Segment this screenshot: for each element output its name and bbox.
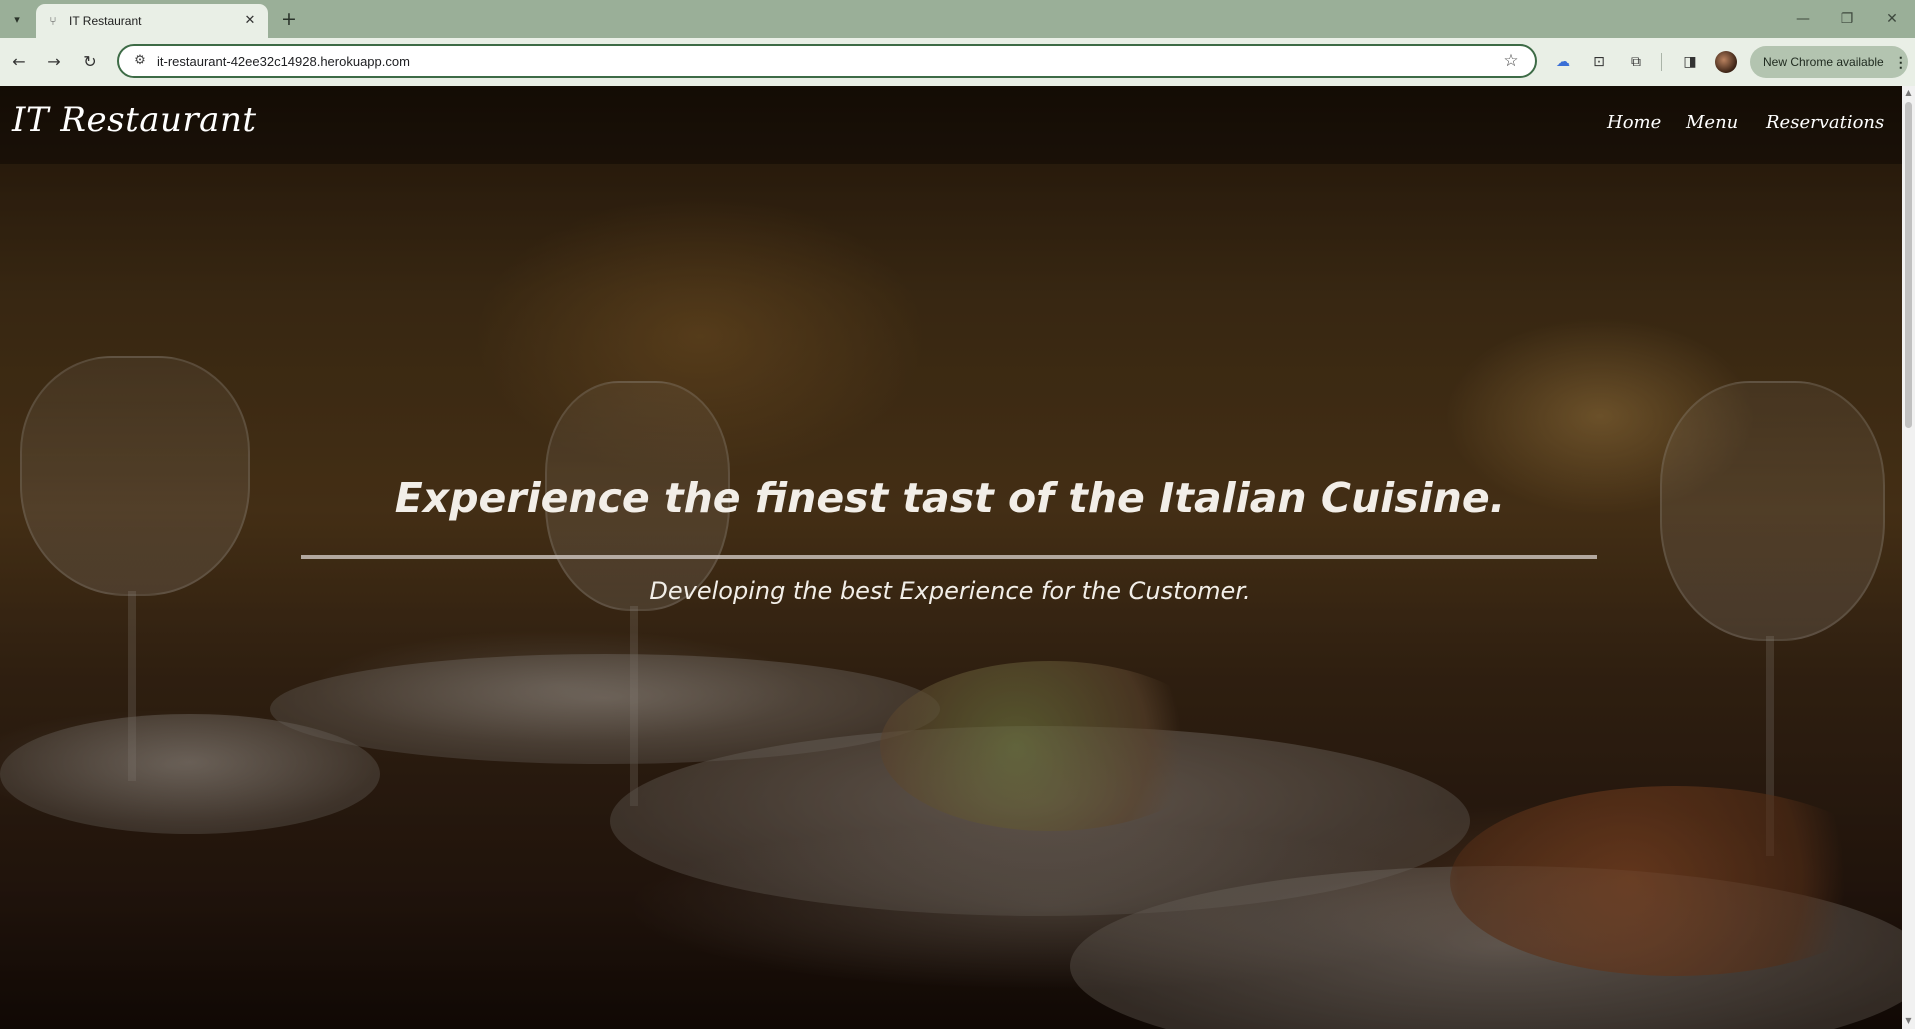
address-bar[interactable]: ⚙ it-restaurant-42ee32c14928.herokuapp.c… <box>117 44 1537 78</box>
page-scrollbar[interactable]: ▲ ▼ <box>1902 86 1915 1029</box>
tab-title: IT Restaurant <box>69 14 142 28</box>
tab-close-icon[interactable]: ✕ <box>242 13 258 29</box>
restore-window-icon[interactable]: ❐ <box>1827 6 1867 32</box>
nav-link-reservations[interactable]: Reservations <box>1766 112 1884 133</box>
scroll-up-arrow-icon[interactable]: ▲ <box>1904 88 1913 98</box>
extension-cloud-icon[interactable]: ☁ <box>1552 51 1574 73</box>
scrollbar-thumb[interactable] <box>1905 102 1912 428</box>
tab-search-chevron-icon[interactable]: ▾ <box>6 8 28 30</box>
reload-icon[interactable]: ↻ <box>79 51 101 73</box>
browser-toolbar: ← → ↻ ⚙ it-restaurant-42ee32c14928.herok… <box>0 38 1915 86</box>
page-viewport: IT Restaurant Home Menu Reservations Exp… <box>0 86 1902 1029</box>
back-arrow-icon[interactable]: ← <box>8 51 30 73</box>
hero-title: Experience the finest tast of the Italia… <box>394 474 1506 522</box>
side-panel-icon[interactable]: ◨ <box>1679 51 1701 73</box>
address-url[interactable]: it-restaurant-42ee32c14928.herokuapp.com <box>157 54 1501 69</box>
site-navbar: IT Restaurant Home Menu Reservations <box>0 86 1902 164</box>
nav-link-home[interactable]: Home <box>1607 112 1661 133</box>
close-window-icon[interactable]: ✕ <box>1872 6 1912 32</box>
minimize-window-icon[interactable]: — <box>1783 6 1823 32</box>
site-brand-logo[interactable]: IT Restaurant <box>12 100 257 140</box>
restaurant-favicon-icon: ⑂ <box>49 14 57 28</box>
toolbar-divider <box>1661 53 1662 71</box>
update-label: New Chrome available <box>1763 55 1884 69</box>
extensions-puzzle-icon[interactable]: ⧉ <box>1625 51 1647 73</box>
site-info-icon[interactable]: ⚙ <box>131 52 149 70</box>
screenshot-capture-icon[interactable]: ⊡ <box>1588 51 1610 73</box>
scroll-down-arrow-icon[interactable]: ▼ <box>1904 1016 1913 1026</box>
more-menu-icon[interactable]: ⋮ <box>1894 54 1908 71</box>
new-chrome-available-button[interactable]: New Chrome available ⋮ <box>1750 46 1908 78</box>
nav-link-menu[interactable]: Menu <box>1686 112 1738 133</box>
forward-arrow-icon[interactable]: → <box>43 51 65 73</box>
bookmark-star-icon[interactable]: ☆ <box>1501 51 1521 71</box>
profile-avatar[interactable] <box>1715 51 1737 73</box>
browser-tab-strip: ▾ ⑂ IT Restaurant ✕ + — ❐ ✕ <box>0 0 1915 38</box>
hero-subtitle: Developing the best Experience for the C… <box>649 577 1251 605</box>
browser-tab[interactable]: ⑂ IT Restaurant ✕ <box>36 4 268 38</box>
new-tab-plus-icon[interactable]: + <box>278 8 300 30</box>
hero-divider <box>301 555 1597 559</box>
